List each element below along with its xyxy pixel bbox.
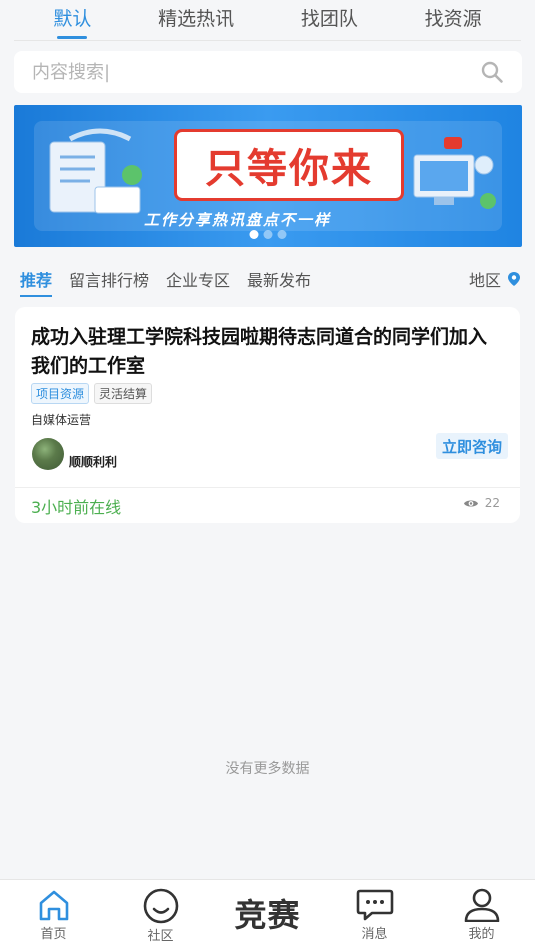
top-tabs: 默认 精选热讯 找团队 找资源	[0, 0, 535, 40]
competition-label: 竞赛	[234, 896, 301, 934]
computer-illustration-icon	[413, 137, 496, 209]
search-input[interactable]	[32, 61, 480, 83]
category-tabs: 推荐 留言排行榜 企业专区 最新发布 地区	[20, 262, 521, 297]
avatar[interactable]	[32, 438, 64, 470]
location-pin-icon	[508, 272, 520, 286]
nav-messages[interactable]: 消息	[335, 888, 415, 942]
nav-label: 我的	[468, 927, 495, 942]
smile-icon	[143, 888, 178, 924]
search-bar[interactable]	[14, 51, 522, 93]
username[interactable]: 顺顺利利	[69, 453, 117, 470]
tab-find-resources[interactable]: 找资源	[425, 4, 482, 37]
tab-enterprise-zone[interactable]: 企业专区	[166, 267, 230, 291]
tag-list: 项目资源 灵活结算	[31, 383, 153, 404]
nav-label: 首页	[40, 927, 67, 942]
consult-button[interactable]: 立即咨询	[435, 433, 508, 459]
tab-find-team[interactable]: 找团队	[301, 4, 358, 37]
tag: 项目资源	[31, 383, 90, 404]
divider	[15, 487, 520, 488]
divider	[14, 40, 521, 41]
nav-mine[interactable]: 我的	[442, 888, 522, 942]
carousel-dots	[249, 230, 287, 239]
tag: 灵活结算	[94, 383, 153, 404]
carousel-dot[interactable]	[277, 230, 287, 239]
carousel-dot[interactable]	[249, 230, 259, 239]
tab-message-ranking[interactable]: 留言排行榜	[69, 267, 149, 291]
no-more-data: 没有更多数据	[225, 761, 310, 777]
document-illustration-icon	[49, 128, 142, 214]
region-filter[interactable]: 地区	[469, 267, 521, 291]
post-category: 自媒体运营	[31, 413, 92, 427]
home-icon	[39, 890, 68, 921]
tab-featured-news[interactable]: 精选热讯	[158, 4, 234, 37]
post-title[interactable]: 成功入驻理工学院科技园啦期待志同道合的同学们加入我们的工作室	[31, 323, 504, 381]
post-card[interactable]: 成功入驻理工学院科技园啦期待志同道合的同学们加入我们的工作室 项目资源 灵活结算…	[15, 307, 520, 523]
view-count-value: 22	[484, 496, 500, 510]
nav-label: 消息	[361, 927, 388, 942]
banner-carousel[interactable]: 只等你来 工作分享热讯盘点不一样	[14, 105, 522, 247]
banner-subtitle: 工作分享热讯盘点不一样	[144, 211, 332, 229]
nav-competition[interactable]: 竞赛	[228, 888, 308, 936]
online-status: 3小时前在线	[31, 498, 122, 517]
nav-home[interactable]: 首页	[14, 888, 94, 942]
nav-community[interactable]: 社区	[121, 888, 201, 944]
view-count: 22	[463, 496, 500, 510]
bottom-nav: 首页 社区 竞赛 消息 我的	[0, 879, 535, 951]
carousel-dot[interactable]	[263, 230, 273, 239]
region-label: 地区	[468, 271, 501, 290]
user-icon	[464, 888, 499, 922]
tab-latest[interactable]: 最新发布	[247, 267, 311, 291]
eye-icon	[463, 500, 478, 506]
nav-label: 社区	[147, 929, 174, 944]
search-icon[interactable]	[480, 60, 504, 84]
tab-recommended[interactable]: 推荐	[20, 267, 53, 297]
banner-title: 只等你来	[174, 129, 404, 201]
chat-bubble-icon	[356, 889, 393, 921]
tab-default[interactable]: 默认	[53, 4, 91, 39]
